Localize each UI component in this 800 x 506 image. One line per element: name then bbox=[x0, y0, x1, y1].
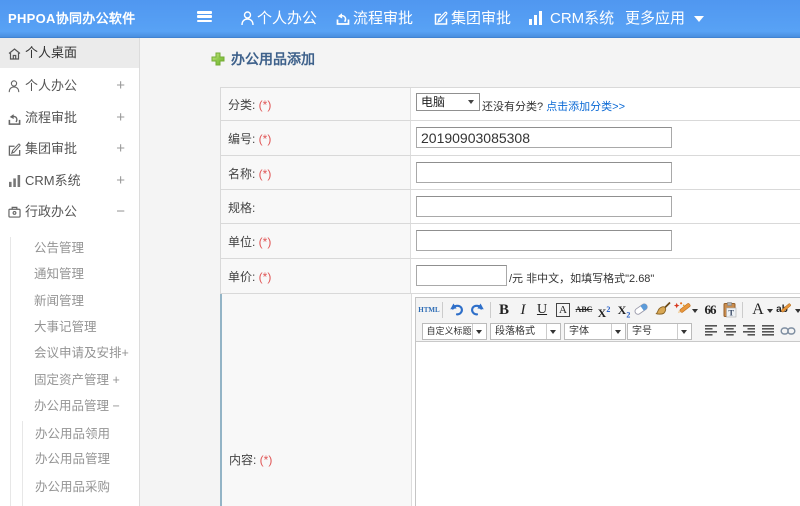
svg-text:T: T bbox=[728, 308, 734, 318]
